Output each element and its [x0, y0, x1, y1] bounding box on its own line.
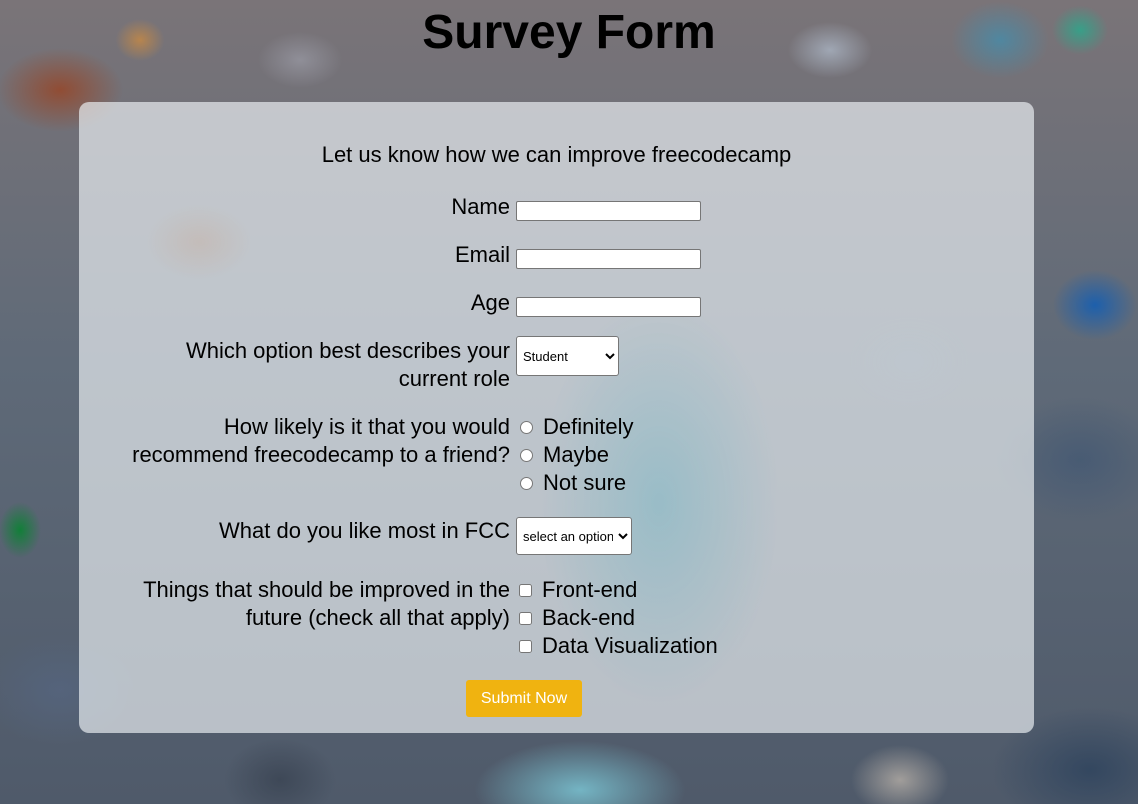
improve-option-label: Data Visualization: [542, 633, 718, 658]
recommend-option-label: Maybe: [543, 442, 610, 467]
name-label: Name: [451, 194, 510, 219]
improve-label: Things that should be improved in the fu…: [143, 576, 510, 632]
recommend-radio-not-sure[interactable]: [520, 476, 533, 490]
recommend-radio-group: Definitely Maybe Not sure: [520, 413, 633, 497]
name-input[interactable]: [516, 201, 701, 221]
recommend-option-label: Definitely: [543, 414, 634, 439]
like-most-label: What do you like most in FCC: [219, 518, 510, 543]
page-title: Survey Form: [422, 6, 716, 59]
improve-checkbox-back-end[interactable]: [519, 611, 532, 625]
like-most-select[interactable]: select an option: [516, 517, 632, 555]
recommend-radio-definitely[interactable]: [520, 420, 533, 434]
email-input[interactable]: [516, 249, 701, 269]
improve-option-label: Front-end: [542, 577, 638, 602]
submit-button[interactable]: Submit Now: [466, 680, 582, 717]
recommend-radio-maybe[interactable]: [520, 448, 533, 462]
improve-option-label: Back-end: [542, 605, 635, 630]
improve-option-back-end[interactable]: Back-end: [519, 604, 718, 632]
recommend-label-line1: How likely is it that you would: [223, 414, 510, 439]
survey-form: Let us know how we can improve freecodec…: [79, 102, 1034, 733]
email-label: Email: [454, 242, 510, 267]
improve-checkbox-front-end[interactable]: [519, 583, 532, 597]
improve-label-line1: Things that should be improved in the: [143, 577, 510, 602]
form-description: Let us know how we can improve freecodec…: [321, 142, 792, 167]
recommend-option-not-sure[interactable]: Not sure: [520, 469, 633, 497]
recommend-option-definitely[interactable]: Definitely: [520, 413, 633, 441]
age-input[interactable]: [516, 297, 701, 317]
role-label-line2: current role: [398, 366, 510, 391]
improve-checkbox-group: Front-end Back-end Data Visualization: [519, 576, 718, 660]
recommend-label: How likely is it that you would recommen…: [132, 413, 510, 469]
improve-checkbox-data-visualization[interactable]: [519, 639, 532, 653]
recommend-label-line2: recommend freecodecamp to a friend?: [132, 442, 510, 467]
recommend-option-label: Not sure: [543, 470, 627, 495]
role-label-line1: Which option best describes your: [185, 338, 510, 363]
improve-label-line2: future (check all that apply): [245, 605, 510, 630]
role-select[interactable]: Student: [516, 336, 619, 376]
role-label: Which option best describes your current…: [186, 337, 510, 393]
improve-option-front-end[interactable]: Front-end: [519, 576, 718, 604]
age-label: Age: [470, 290, 510, 315]
recommend-option-maybe[interactable]: Maybe: [520, 441, 633, 469]
improve-option-data-visualization[interactable]: Data Visualization: [519, 632, 718, 660]
